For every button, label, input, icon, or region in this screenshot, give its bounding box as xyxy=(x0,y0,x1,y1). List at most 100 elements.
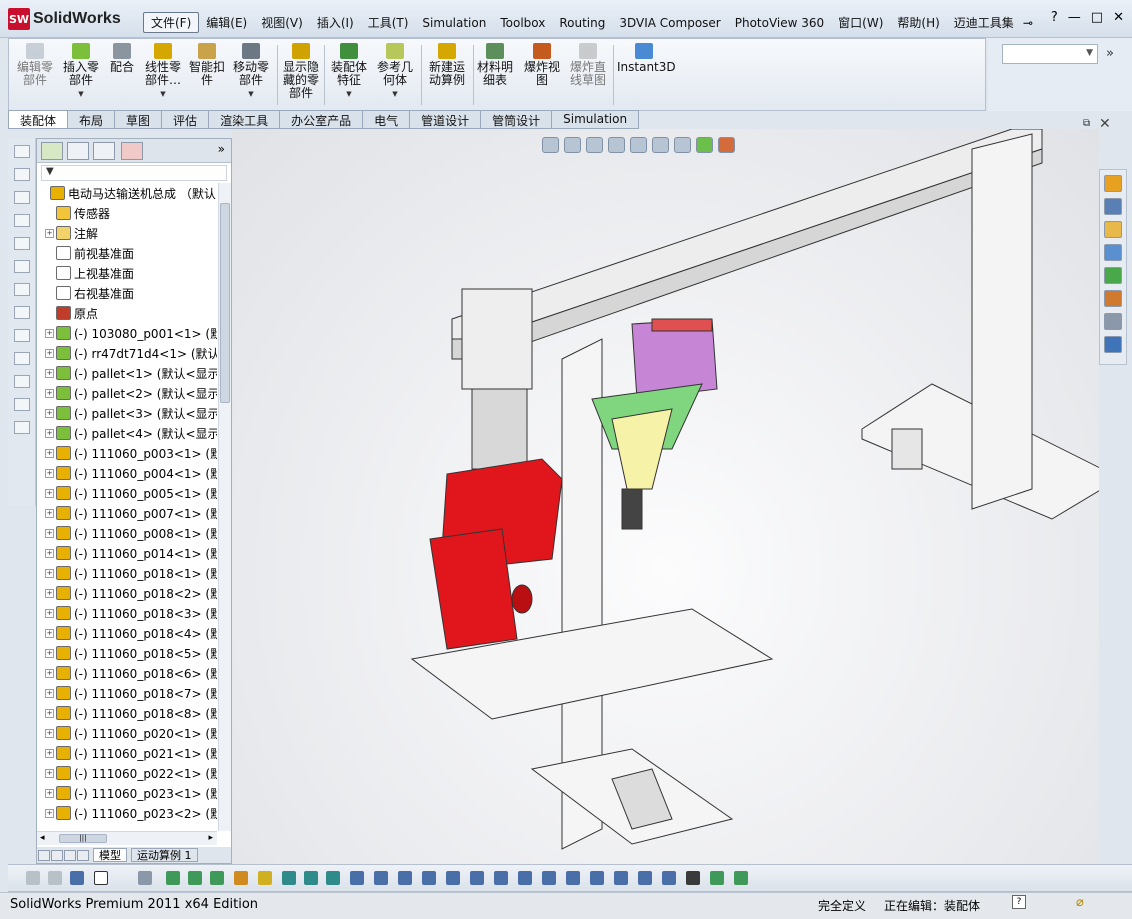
bom-button[interactable]: 材料明细表 xyxy=(475,43,515,87)
custom-properties-icon[interactable] xyxy=(1104,290,1122,307)
move-part-button[interactable]: 移动零部件 ▼ xyxy=(229,43,273,101)
menu-view[interactable]: 视图(V) xyxy=(254,13,310,32)
tree-node[interactable]: + (-) 111060_p005<1> (默 xyxy=(37,483,217,503)
menu-toolbox[interactable]: Toolbox xyxy=(493,15,552,31)
new-motion-study-button[interactable]: 新建运动算例 xyxy=(425,43,469,87)
expand-icon[interactable]: + xyxy=(45,568,54,578)
tree-node[interactable]: + (-) pallet<1> (默认<显示 xyxy=(37,363,217,383)
tab-electrical[interactable]: 电气 xyxy=(363,110,411,129)
pattern-icon[interactable] xyxy=(13,375,30,388)
nav-last-icon[interactable] xyxy=(77,849,89,861)
menu-insert[interactable]: 插入(I) xyxy=(310,13,361,32)
app-logo[interactable]: SW SolidWorks xyxy=(8,8,121,30)
filter-mate-icon[interactable] xyxy=(686,871,700,885)
filter-face-icon[interactable] xyxy=(210,871,224,885)
filter-center-line-icon[interactable] xyxy=(638,871,652,885)
menu-window[interactable]: 窗口(W) xyxy=(831,13,890,32)
expand-icon[interactable]: + xyxy=(45,348,54,358)
tree-node[interactable]: + (-) pallet<2> (默认<显示 xyxy=(37,383,217,403)
insert-part-button[interactable]: 插入零部件 ▼ xyxy=(59,43,103,101)
expand-icon[interactable]: + xyxy=(45,448,54,458)
view-iso-icon[interactable] xyxy=(13,237,30,250)
design-library-icon[interactable] xyxy=(1104,198,1122,215)
filter-center-mark-icon[interactable] xyxy=(614,871,628,885)
tab-layout[interactable]: 布局 xyxy=(68,110,116,129)
view-top-icon[interactable] xyxy=(13,191,30,204)
scroll-thumb[interactable] xyxy=(220,203,230,403)
expand-icon[interactable]: + xyxy=(45,668,54,678)
view-cube-icon[interactable] xyxy=(13,145,30,158)
tree-node[interactable]: + (-) 111060_p022<1> (默 xyxy=(37,763,217,783)
sw-resources-icon[interactable] xyxy=(1104,313,1122,330)
tree-node[interactable]: + (-) 111060_p007<1> (默 xyxy=(37,503,217,523)
tree-node[interactable]: 右视基准面 xyxy=(37,283,217,303)
tree-node[interactable]: + (-) 111060_p014<1> (默 xyxy=(37,543,217,563)
tree-node[interactable]: + (-) 111060_p004<1> (默 xyxy=(37,463,217,483)
expand-icon[interactable]: + xyxy=(45,708,54,718)
minimize-button[interactable]: — xyxy=(1068,10,1081,25)
tab-evaluate[interactable]: 评估 xyxy=(162,110,210,129)
filter-note-icon[interactable] xyxy=(398,871,412,885)
tree-node[interactable]: + (-) 111060_p018<1> (默 xyxy=(37,563,217,583)
tab-sketch[interactable]: 草图 xyxy=(115,110,163,129)
snap-icon[interactable] xyxy=(13,421,30,434)
filter-toolbar-icon[interactable] xyxy=(70,871,84,885)
filter-edge-icon[interactable] xyxy=(188,871,202,885)
nav-next-icon[interactable] xyxy=(64,849,76,861)
tree-node[interactable]: + (-) 111060_p021<1> (默 xyxy=(37,743,217,763)
tree-node[interactable]: + (-) 103080_p001<1> (默 xyxy=(37,323,217,343)
forum-icon[interactable] xyxy=(1104,336,1122,353)
home-icon[interactable] xyxy=(1104,175,1122,192)
tab-model[interactable]: 模型 xyxy=(93,848,127,862)
filter-vertex-icon[interactable] xyxy=(166,871,180,885)
config-manager-tab-icon[interactable] xyxy=(93,142,115,160)
filter-datum-icon[interactable] xyxy=(446,871,460,885)
tree-node[interactable]: + (-) 111060_p018<5> (默 xyxy=(37,643,217,663)
sketch-tool-icon[interactable] xyxy=(13,283,30,296)
tree-node[interactable]: 前视基准面 xyxy=(37,243,217,263)
expand-icon[interactable]: + xyxy=(45,648,54,658)
expand-icon[interactable]: + xyxy=(45,628,54,638)
status-help-icon[interactable]: ? xyxy=(1012,895,1026,909)
tree-horizontal-scrollbar[interactable]: ◂ ||| ▸ xyxy=(37,831,217,845)
filter-gtol-icon[interactable] xyxy=(422,871,436,885)
explode-line-sketch-button[interactable]: 爆炸直线草图 xyxy=(567,43,609,87)
expand-icon[interactable]: + xyxy=(45,528,54,538)
property-manager-tab-icon[interactable] xyxy=(67,142,89,160)
expand-icon[interactable]: + xyxy=(45,468,54,478)
tree-node[interactable]: 电动马达输送机总成 （默认<显 xyxy=(37,183,217,203)
filter-connection-icon[interactable] xyxy=(710,871,724,885)
expand-icon[interactable]: + xyxy=(45,688,54,698)
tree-node[interactable]: + (-) pallet<3> (默认<显示 xyxy=(37,403,217,423)
tree-vertical-scrollbar[interactable] xyxy=(218,183,231,831)
appearances-icon[interactable] xyxy=(1104,267,1122,284)
select-arrow-icon[interactable] xyxy=(94,871,108,885)
filter-solid-icon[interactable] xyxy=(258,871,272,885)
tab-simulation[interactable]: Simulation xyxy=(552,110,640,129)
linear-pattern-button[interactable]: 线性零部件… ▼ xyxy=(141,43,185,101)
expand-icon[interactable]: + xyxy=(45,328,54,338)
filter-point-icon[interactable] xyxy=(326,871,340,885)
view-right-icon[interactable] xyxy=(13,214,30,227)
instant3d-button[interactable]: Instant3D xyxy=(617,43,676,74)
explode-view-button[interactable]: 爆炸视图 xyxy=(521,43,563,87)
menu-3dvia[interactable]: 3DVIA Composer xyxy=(612,15,727,31)
expand-icon[interactable]: + xyxy=(45,608,54,618)
edit-part-button[interactable]: 编辑零部件 xyxy=(13,43,57,87)
menu-tools[interactable]: 工具(T) xyxy=(361,13,416,32)
smart-fastener-button[interactable]: 智能扣件 xyxy=(187,43,227,87)
toggle-filter-icon[interactable] xyxy=(48,871,62,885)
help-button[interactable]: ? xyxy=(1051,10,1058,25)
tree-node[interactable]: + (-) 111060_p003<1> (默 xyxy=(37,443,217,463)
maximize-button[interactable]: □ xyxy=(1091,10,1103,25)
menu-file[interactable]: 文件(F) xyxy=(143,12,200,33)
tab-tubing[interactable]: 管筒设计 xyxy=(481,110,553,129)
filter-sketch-icon[interactable] xyxy=(350,871,364,885)
shapes-icon[interactable] xyxy=(13,329,30,342)
filter-centroid-icon[interactable] xyxy=(662,871,676,885)
tree-filter[interactable]: ▼ xyxy=(41,165,227,181)
filter-surface-finish-icon[interactable] xyxy=(494,871,508,885)
assembly-feature-button[interactable]: 装配体特征 ▼ xyxy=(327,43,371,101)
status-tag-icon[interactable]: ⌀ xyxy=(1076,895,1084,910)
expand-icon[interactable]: + xyxy=(45,808,54,818)
